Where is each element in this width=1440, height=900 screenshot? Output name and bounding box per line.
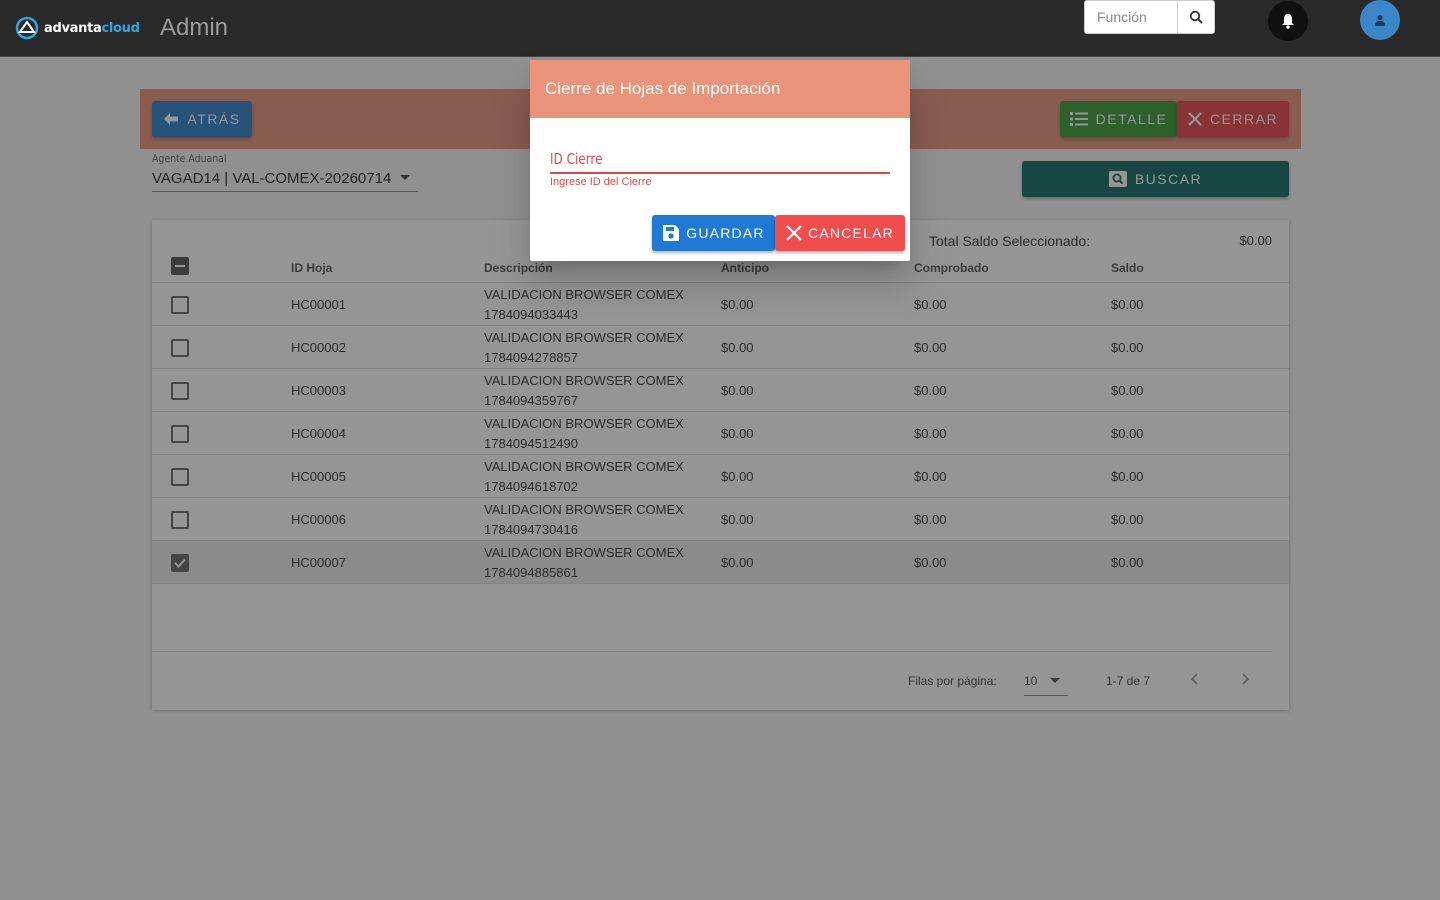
id-cierre-field[interactable]: ID Cierre (550, 150, 602, 168)
bell-icon (1282, 14, 1294, 29)
user-avatar-button[interactable] (1360, 0, 1400, 40)
notifications-button[interactable] (1268, 1, 1308, 41)
id-cierre-error: Ingrese ID del Cierre (550, 176, 652, 188)
id-cierre-underline (550, 172, 890, 174)
cancelar-button-label: CANCELAR (808, 225, 894, 241)
search-button[interactable] (1177, 1, 1214, 33)
cancelar-button[interactable]: CANCELAR (775, 215, 905, 251)
save-icon (663, 225, 680, 241)
cloud-logo-icon (15, 16, 39, 40)
user-icon (1375, 14, 1385, 26)
top-bar: advantacloud Admin (0, 0, 1440, 57)
guardar-button-label: GUARDAR (686, 225, 765, 241)
logo-text: advantacloud (44, 20, 140, 36)
guardar-button[interactable]: GUARDAR (652, 215, 775, 251)
dialog-header: Cierre de Hojas de Importación (530, 60, 910, 118)
cierre-dialog: Cierre de Hojas de Importación ID Cierre… (530, 60, 910, 261)
app-title: Admin (160, 14, 229, 41)
function-search (1084, 0, 1215, 34)
search-icon (1189, 10, 1203, 24)
function-search-input[interactable] (1085, 1, 1177, 33)
dialog-title: Cierre de Hojas de Importación (545, 79, 781, 98)
logo[interactable]: advantacloud (14, 16, 140, 40)
close-icon (786, 225, 802, 241)
